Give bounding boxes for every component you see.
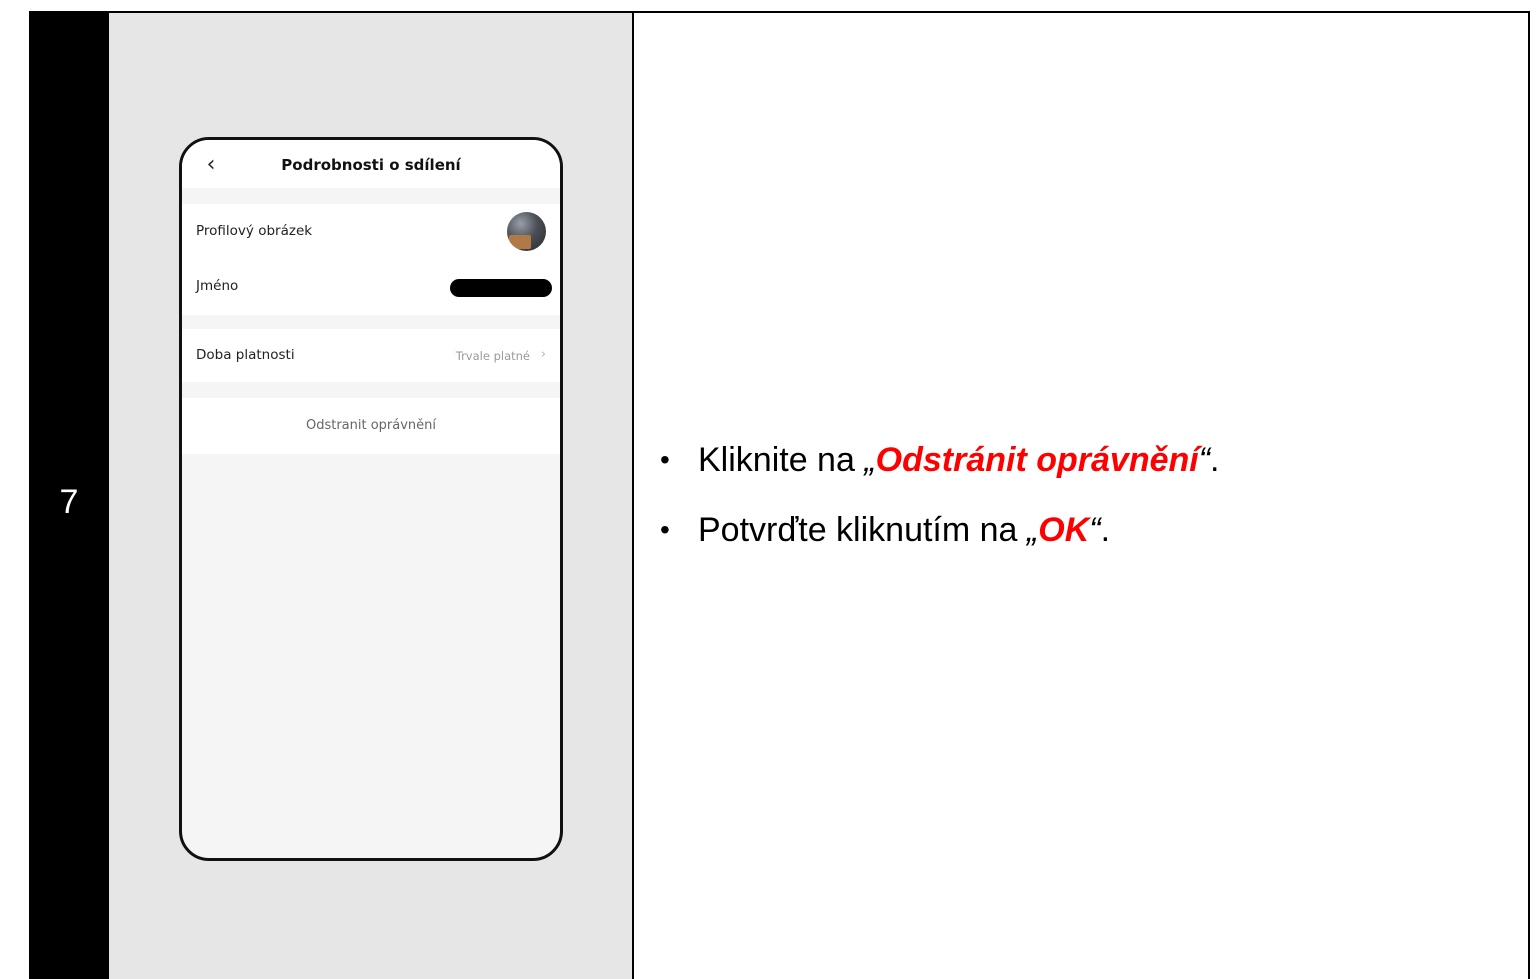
chevron-right-icon: ›: [540, 347, 546, 362]
instruction-item: • Kliknite na „Odstránit oprávnění“.: [656, 440, 1516, 480]
open-quote: „: [1026, 511, 1039, 549]
panel-divider: [632, 12, 634, 979]
instruction-prefix: Potvrďte kliknutím na: [698, 511, 1027, 549]
instruction-item: • Potvrďte kliknutím na „OK“.: [656, 510, 1516, 550]
instruction-highlight: OK: [1038, 511, 1090, 549]
remove-permission-button[interactable]: Odstranit oprávnění: [182, 398, 560, 454]
close-quote: “: [1089, 511, 1101, 549]
validity-label: Doba platnosti: [196, 347, 295, 363]
page-title: Podrobnosti o sdílení: [281, 156, 461, 174]
instruction-suffix: .: [1210, 441, 1220, 479]
frame-right-border: [1528, 11, 1530, 979]
remove-permission-label: Odstranit oprávnění: [305, 418, 437, 433]
phone-mockup: ‹ Podrobnosti o sdílení Profilový obráze…: [179, 137, 563, 861]
redacted-name-bar: [450, 279, 552, 297]
name-label: Jméno: [196, 278, 239, 294]
close-quote: “: [1198, 441, 1211, 479]
instruction-highlight: Odstránit oprávnění: [875, 441, 1199, 479]
instruction-prefix: Kliknite na: [698, 441, 865, 479]
profile-picture-row[interactable]: Profilový obrázek: [182, 204, 560, 260]
phone-header: ‹ Podrobnosti o sdílení: [182, 140, 560, 188]
step-number: 7: [59, 483, 79, 521]
validity-row[interactable]: Doba platnosti Trvale platné ›: [182, 329, 560, 382]
bullet-icon: •: [660, 444, 670, 475]
bullet-icon: •: [660, 514, 670, 545]
avatar[interactable]: [507, 212, 546, 251]
profile-picture-label: Profilový obrázek: [196, 223, 313, 239]
instruction-list: • Kliknite na „Odstránit oprávnění“. • Pot…: [656, 440, 1516, 580]
name-row[interactable]: Jméno: [182, 260, 560, 315]
open-quote: „: [864, 441, 876, 479]
validity-value: Trvale platné: [455, 349, 530, 363]
avatar-photo-detail: [509, 235, 531, 249]
step-column: 7: [29, 12, 109, 979]
instruction-suffix: .: [1100, 511, 1111, 549]
